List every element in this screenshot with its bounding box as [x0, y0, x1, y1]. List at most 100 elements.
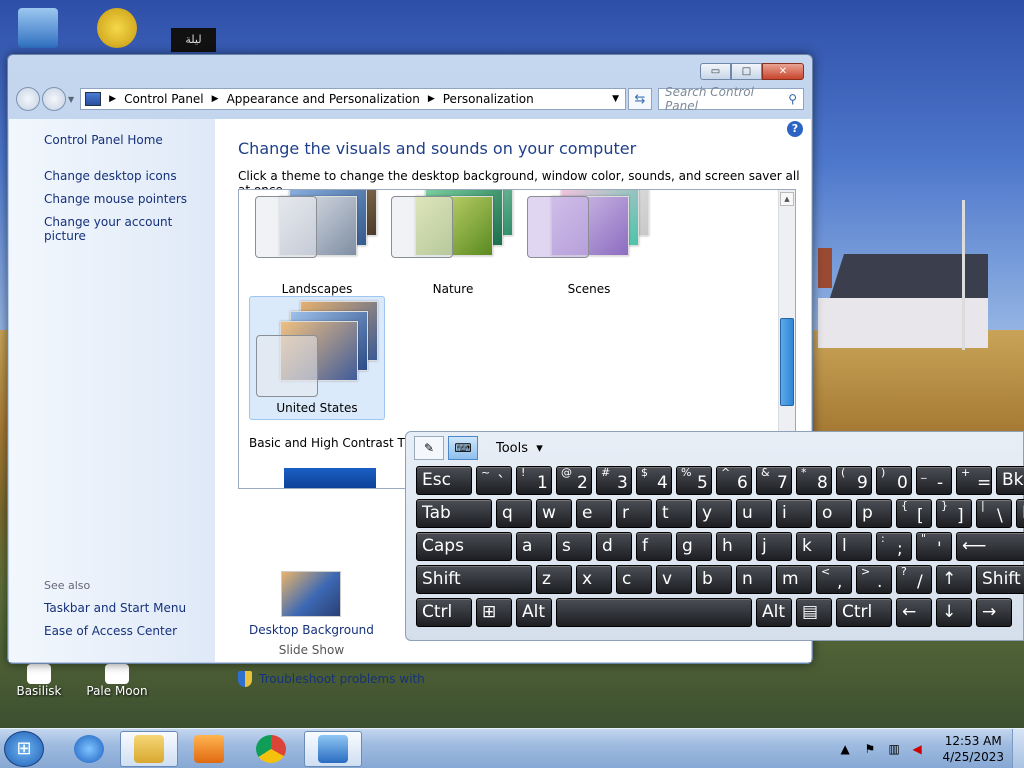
- osk-key[interactable]: f: [636, 532, 672, 561]
- osk-key[interactable]: q: [496, 499, 532, 528]
- osk-key[interactable]: c: [616, 565, 652, 594]
- desktop-background-setting[interactable]: Desktop Background Slide Show: [249, 571, 374, 657]
- osk-key[interactable]: t: [656, 499, 692, 528]
- osk-key[interactable]: $4: [636, 466, 672, 495]
- osk-key[interactable]: ⊞: [476, 598, 512, 627]
- osk-key[interactable]: Ctrl: [836, 598, 892, 627]
- link-taskbar-start-menu[interactable]: Taskbar and Start Menu: [44, 601, 186, 615]
- taskbar-explorer[interactable]: [120, 731, 178, 767]
- osk-key[interactable]: Esc: [416, 466, 472, 495]
- osk-key[interactable]: Alt: [516, 598, 552, 627]
- theme-nature[interactable]: Nature: [385, 190, 521, 300]
- osk-key[interactable]: % 5: [676, 466, 712, 495]
- osk-key[interactable]: <,: [816, 565, 852, 594]
- osk-key[interactable]: Caps: [416, 532, 512, 561]
- scroll-up-icon[interactable]: ▲: [780, 192, 794, 206]
- desktop-icon-basilisk[interactable]: Basilisk: [14, 664, 64, 698]
- start-button[interactable]: ⊞: [4, 731, 44, 767]
- show-hidden-icons-icon[interactable]: ▲: [840, 742, 854, 756]
- minimize-button[interactable]: ▭: [700, 63, 731, 80]
- theme-united-states[interactable]: United States: [249, 296, 385, 420]
- osk-key[interactable]: m: [776, 565, 812, 594]
- osk-key[interactable]: Alt: [756, 598, 792, 627]
- link-change-desktop-icons[interactable]: Change desktop icons: [44, 169, 177, 183]
- theme-landscapes[interactable]: Landscapes: [249, 190, 385, 300]
- flag-icon[interactable]: ⚑: [864, 742, 878, 756]
- recent-pages-icon[interactable]: ▼: [68, 95, 74, 104]
- troubleshoot-link[interactable]: Troubleshoot problems with: [238, 671, 425, 687]
- osk-key[interactable]: h: [716, 532, 752, 561]
- osk-key[interactable]: o: [816, 499, 852, 528]
- desktop-icon-palemoon[interactable]: Pale Moon: [86, 664, 148, 698]
- osk-key[interactable]: _ -: [916, 466, 952, 495]
- osk-key[interactable]: ! 1: [516, 466, 552, 495]
- osk-key[interactable]: & 7: [756, 466, 792, 495]
- osk-key[interactable]: Tab: [416, 499, 492, 528]
- link-control-panel-home[interactable]: Control Panel Home: [44, 133, 163, 147]
- taskbar-media-player[interactable]: [180, 731, 238, 767]
- osk-key[interactable]: w: [536, 499, 572, 528]
- osk-key[interactable]: x: [576, 565, 612, 594]
- back-button[interactable]: [16, 87, 40, 111]
- theme-scenes[interactable]: Scenes: [521, 190, 657, 300]
- network-icon[interactable]: ▥: [888, 742, 902, 756]
- troubleshoot-label[interactable]: Troubleshoot problems with: [259, 672, 425, 686]
- osk-key[interactable]: Bks: [996, 466, 1024, 495]
- osk-key[interactable]: }]: [936, 499, 972, 528]
- osk-key[interactable]: g: [676, 532, 712, 561]
- osk-key[interactable]: p: [856, 499, 892, 528]
- osk-key[interactable]: ←: [896, 598, 932, 627]
- refresh-button[interactable]: ⇆: [628, 88, 652, 110]
- keyboard-icon[interactable]: ⌨: [448, 436, 478, 460]
- help-icon[interactable]: ?: [787, 121, 803, 137]
- osk-key[interactable]: ↑: [936, 565, 972, 594]
- breadcrumb-control-panel[interactable]: Control Panel: [124, 92, 204, 106]
- link-change-account-picture[interactable]: Change your account picture: [44, 215, 215, 243]
- taskbar-control-panel[interactable]: [304, 731, 362, 767]
- osk-key[interactable]: z: [536, 565, 572, 594]
- osk-key[interactable]: ↓: [936, 598, 972, 627]
- chevron-right-icon[interactable]: ▶: [212, 94, 219, 104]
- osk-key[interactable]: n: [736, 565, 772, 594]
- scrollbar-thumb[interactable]: [780, 318, 794, 406]
- theme-windows-basic-preview[interactable]: [284, 468, 376, 488]
- osk-key[interactable]: ~ `: [476, 466, 512, 495]
- volume-muted-icon[interactable]: ◀: [912, 742, 926, 756]
- osk-key[interactable]: y: [696, 499, 732, 528]
- chevron-down-icon[interactable]: ▼: [612, 94, 619, 104]
- osk-key[interactable]: d: [596, 532, 632, 561]
- show-desktop-button[interactable]: [1012, 729, 1024, 768]
- osk-key[interactable]: Ctrl: [416, 598, 472, 627]
- osk-key[interactable]: v: [656, 565, 692, 594]
- osk-key[interactable]: (9: [836, 466, 872, 495]
- osk-key[interactable]: Shift: [976, 565, 1024, 594]
- osk-key[interactable]: e: [576, 499, 612, 528]
- osk-key[interactable]: ⟵: [956, 532, 1024, 561]
- osk-key[interactable]: j: [756, 532, 792, 561]
- desktop-background-title[interactable]: Desktop Background: [249, 623, 374, 637]
- osk-key[interactable]: Shift: [416, 565, 532, 594]
- osk-key[interactable]: →: [976, 598, 1012, 627]
- osk-key[interactable]: :;: [876, 532, 912, 561]
- taskbar-chrome[interactable]: [242, 731, 300, 767]
- breadcrumb-appearance[interactable]: Appearance and Personalization: [227, 92, 420, 106]
- desktop-icon-bee[interactable]: [92, 8, 142, 48]
- osk-key[interactable]: + =: [956, 466, 992, 495]
- osk-key[interactable]: #3: [596, 466, 632, 495]
- link-change-mouse-pointers[interactable]: Change mouse pointers: [44, 192, 187, 206]
- search-icon[interactable]: ⚲: [788, 92, 797, 106]
- taskbar-ie[interactable]: [60, 731, 118, 767]
- osk-key[interactable]: r: [616, 499, 652, 528]
- handwriting-icon[interactable]: ✎: [414, 436, 444, 460]
- osk-key[interactable]: k: [796, 532, 832, 561]
- osk-key[interactable]: a: [516, 532, 552, 561]
- osk-key[interactable]: >.: [856, 565, 892, 594]
- osk-key[interactable]: ? /: [896, 565, 932, 594]
- osk-key[interactable]: ^ 6: [716, 466, 752, 495]
- clock[interactable]: 12:53 AM 4/25/2023: [942, 733, 1004, 765]
- maximize-button[interactable]: □: [731, 63, 762, 80]
- search-input[interactable]: Search Control Panel ⚲: [658, 85, 804, 113]
- chevron-right-icon[interactable]: ▶: [109, 94, 116, 104]
- osk-key[interactable]: ) 0: [876, 466, 912, 495]
- forward-button[interactable]: [42, 87, 66, 111]
